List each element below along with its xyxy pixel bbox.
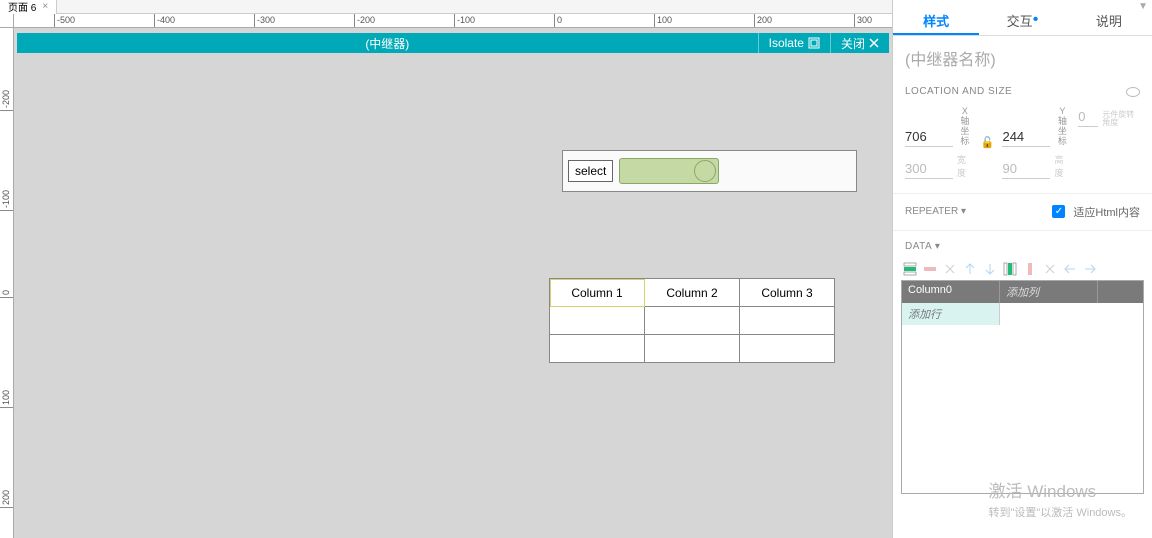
indicator-dot-icon: • [1033,11,1039,28]
repeater-section: REPEATER ▾ ✓ 适应Html内容 [893,198,1152,226]
ruler-tick: -200 [354,14,375,27]
swap-col-icon[interactable] [1043,262,1057,276]
ruler-tick: 200 [754,14,772,27]
table-cell[interactable] [740,335,835,363]
inspector-panel: ▼ 样式 交互• 说明 (中继器名称) LOCATION AND SIZE X轴… [892,0,1152,538]
toggle-knob [694,160,716,182]
fit-html-checkbox[interactable]: ✓ [1052,205,1065,218]
repeater-header[interactable]: REPEATER ▾ [905,206,966,217]
location-size-header[interactable]: LOCATION AND SIZE [893,80,1152,103]
move-up-icon[interactable] [963,262,977,276]
delete-col-icon[interactable] [1023,262,1037,276]
ruler-tick: 100 [0,388,13,408]
data-toolbar [893,258,1152,280]
ruler-corner [0,14,14,28]
delete-row-icon[interactable] [923,262,937,276]
data-grid[interactable]: Column0 添加列 添加行 [901,280,1144,494]
table-header-cell[interactable]: Column 2 [645,279,740,307]
ruler-tick: -100 [454,14,475,27]
move-left-icon[interactable] [1063,262,1077,276]
ruler-tick: 0 [554,14,562,27]
rotation-input[interactable] [1078,107,1098,127]
widget-name-input[interactable]: (中继器名称) [893,36,1152,80]
ruler-tick: -500 [54,14,75,27]
move-right-icon[interactable] [1083,262,1097,276]
table-header-cell[interactable]: Column 1 [550,279,645,307]
y-input[interactable] [1002,127,1050,147]
width-input[interactable] [905,159,953,179]
droplist-label: select [568,160,613,182]
ruler-tick: -100 [0,188,13,211]
close-icon[interactable]: × [42,1,48,12]
data-header[interactable]: DATA ▾ [893,235,1152,258]
isolate-button[interactable]: Isolate [758,33,830,53]
ruler-tick: -300 [254,14,275,27]
edit-bar-title: (中继器) [17,35,758,52]
ruler-tick: 0 [0,288,13,298]
table-cell[interactable] [645,335,740,363]
add-row-cell[interactable]: 添加行 [902,303,1000,325]
close-button[interactable]: 关闭 [830,33,889,53]
fit-html-label: 适应Html内容 [1073,204,1140,220]
isolate-icon [808,37,820,49]
x-input[interactable] [905,127,953,147]
ruler-tick: -400 [154,14,175,27]
table-cell[interactable] [550,335,645,363]
tab-style[interactable]: 样式 [893,8,979,35]
table-cell[interactable] [645,307,740,335]
repeater-edit-bar: (中继器) Isolate 关闭 [17,33,889,53]
inspector-tabs: 样式 交互• 说明 [893,8,1152,36]
table-cell[interactable] [740,307,835,335]
canvas[interactable]: (中继器) Isolate 关闭 select Column 1 Column … [14,28,892,538]
close-icon [869,38,879,48]
ruler-horizontal[interactable]: -500 -400 -300 -200 -100 0 100 200 300 [14,14,892,28]
repeater-table[interactable]: Column 1 Column 2 Column 3 [549,278,835,363]
location-size-fields: X轴坐标 宽度 🔓 Y轴坐标 高度 元件旋转角度 [893,103,1152,189]
add-column-cell[interactable]: 添加列 [1000,281,1098,303]
lock-icon[interactable]: 🔓 [981,136,995,149]
page-tab[interactable]: 页面 6 × [0,0,57,14]
table-cell[interactable] [550,307,645,335]
move-down-icon[interactable] [983,262,997,276]
table-header-cell[interactable]: Column 3 [740,279,835,307]
page-tab-label: 页面 6 [8,0,36,14]
add-row-icon[interactable] [903,262,917,276]
data-column-header[interactable]: Column0 [902,281,1000,303]
tab-interactions[interactable]: 交互• [979,8,1065,35]
droplist-widget[interactable]: select [562,150,857,192]
ruler-tick: 200 [0,488,13,508]
ruler-tick: -200 [0,88,13,111]
ruler-tick: 300 [854,14,872,27]
toggle-control[interactable] [619,158,719,184]
height-input[interactable] [1002,159,1050,179]
tab-notes[interactable]: 说明 [1066,8,1152,35]
ruler-tick: 100 [654,14,672,27]
visibility-icon[interactable] [1126,87,1140,97]
ruler-vertical[interactable]: -200 -100 0 100 200 [0,28,14,538]
add-col-icon[interactable] [1003,262,1017,276]
swap-icon[interactable] [943,262,957,276]
